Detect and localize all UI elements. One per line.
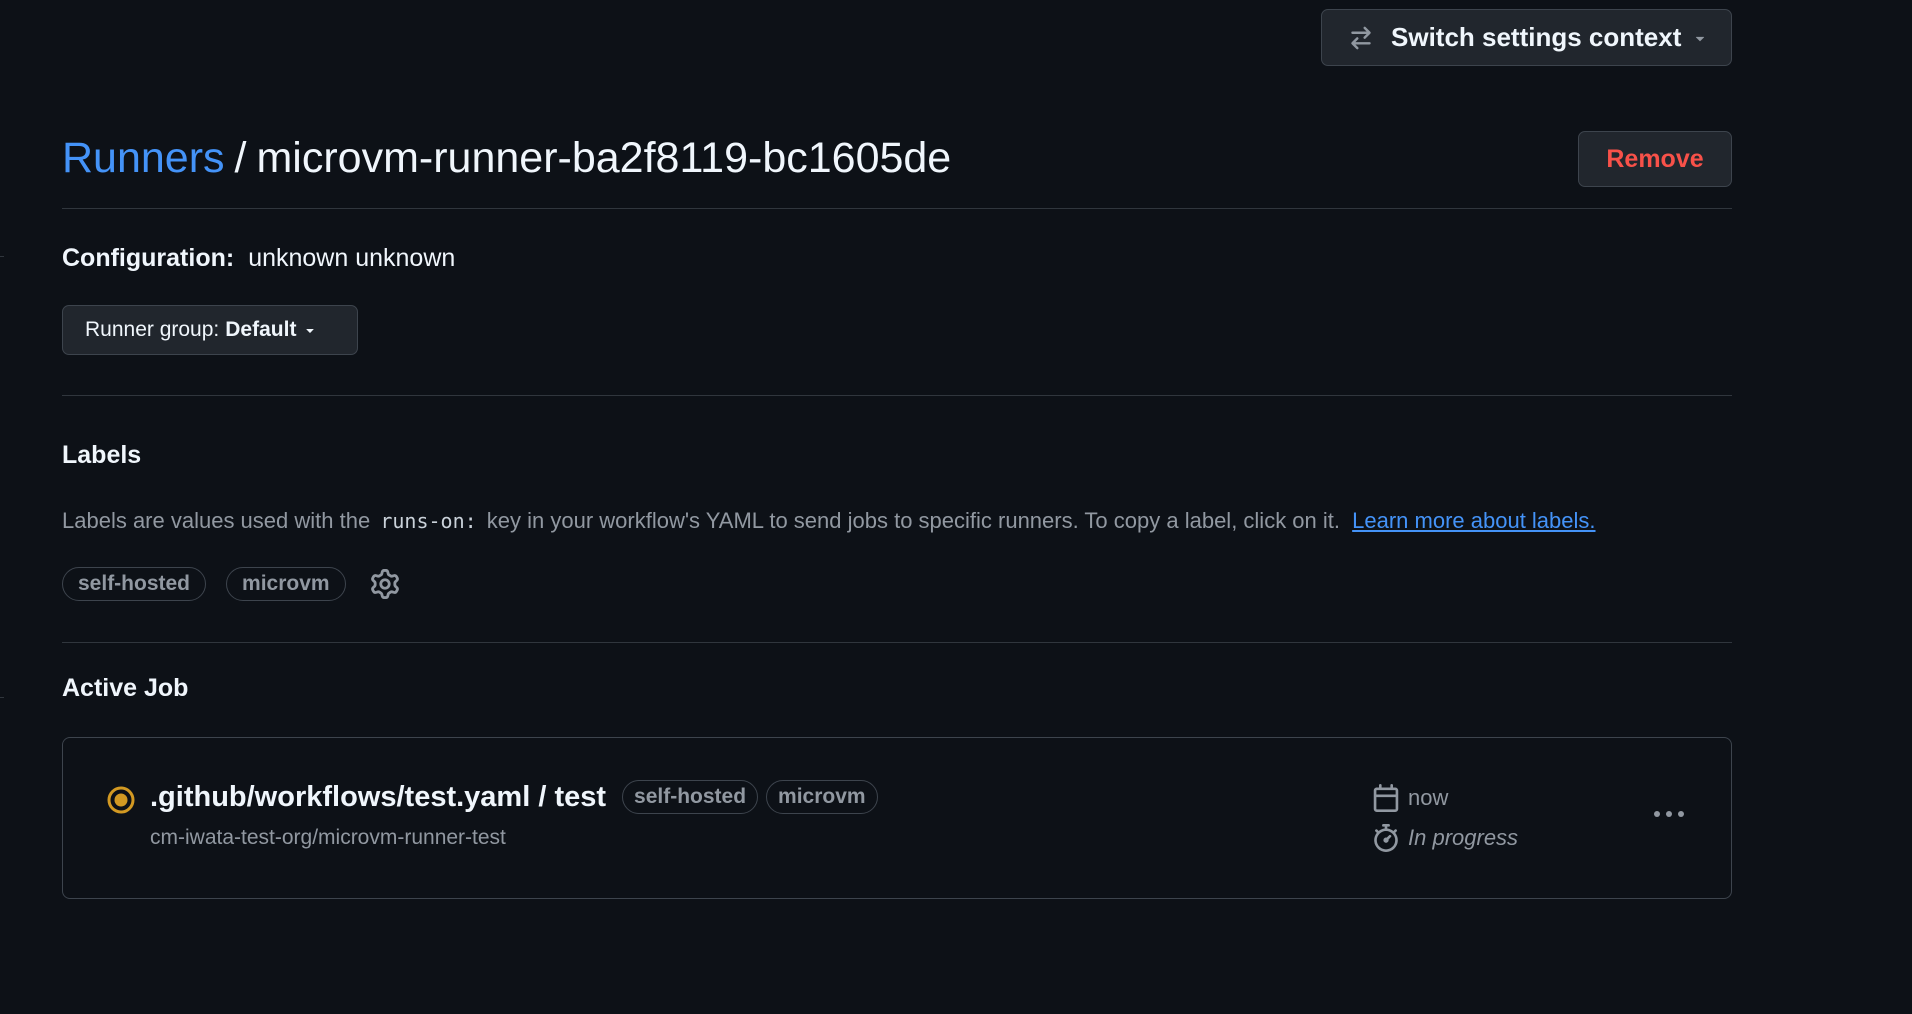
job-time: now <box>1408 785 1449 810</box>
runner-labels: self-hosted microvm <box>62 567 400 601</box>
configuration-value: unknown unknown <box>248 244 456 272</box>
job-time-row: now <box>1372 780 1518 816</box>
labels-description: Labels are values used with the runs-on:… <box>62 506 1596 536</box>
arrow-switch-icon <box>1348 25 1374 51</box>
section-divider <box>62 642 1732 643</box>
edge-marker <box>0 697 4 698</box>
job-label-pill: self-hosted <box>622 780 759 814</box>
job-label-pill: microvm <box>766 780 878 814</box>
job-status-row: In progress <box>1372 820 1518 856</box>
labels-heading: Labels <box>62 441 142 469</box>
active-job-card: .github/workflows/test.yaml / test self-… <box>62 737 1732 899</box>
in-progress-status-icon <box>106 785 136 815</box>
kebab-horizontal-icon[interactable] <box>1649 802 1689 826</box>
job-title-row: .github/workflows/test.yaml / test self-… <box>150 780 886 814</box>
section-divider <box>62 395 1732 396</box>
runner-group-value: Default <box>225 318 297 341</box>
breadcrumb-separator: / <box>234 134 247 182</box>
triangle-down-icon <box>1691 29 1709 47</box>
header-divider <box>62 208 1732 209</box>
stopwatch-icon <box>1372 824 1400 852</box>
switch-settings-context-button[interactable]: Switch settings context <box>1321 9 1732 66</box>
configuration-row: Configuration: unknown unknown <box>62 240 455 276</box>
page-title: microvm-runner-ba2f8119-bc1605de <box>256 134 952 182</box>
page-header: Runners / microvm-runner-ba2f8119-bc1605de <box>62 128 1732 188</box>
job-title-link[interactable]: .github/workflows/test.yaml / test <box>150 781 606 814</box>
label-pill[interactable]: microvm <box>226 567 346 601</box>
learn-more-labels-link[interactable]: Learn more about labels. <box>1352 508 1595 533</box>
labels-description-before: Labels are values used with the <box>62 508 371 533</box>
gear-icon[interactable] <box>370 569 400 599</box>
label-pill[interactable]: self-hosted <box>62 567 207 601</box>
breadcrumb-runners-link[interactable]: Runners <box>62 134 225 182</box>
job-meta: now In progress <box>1372 780 1518 860</box>
remove-runner-button[interactable]: Remove <box>1578 131 1732 187</box>
active-job-heading: Active Job <box>62 674 189 702</box>
switch-settings-context-label: Switch settings context <box>1391 22 1682 52</box>
runs-on-code: runs-on: <box>380 509 477 533</box>
runner-group-prefix: Runner group: <box>85 318 220 341</box>
breadcrumb: Runners / microvm-runner-ba2f8119-bc1605de <box>62 128 951 188</box>
job-repository: cm-iwata-test-org/microvm-runner-test <box>150 826 506 849</box>
job-status: In progress <box>1408 825 1519 850</box>
runner-group-dropdown[interactable]: Runner group: Default <box>62 305 358 355</box>
calendar-icon <box>1372 784 1400 812</box>
configuration-key: Configuration: <box>62 244 235 272</box>
labels-description-after: key in your workflow's YAML to send jobs… <box>486 508 1341 533</box>
edge-marker <box>0 256 4 257</box>
triangle-down-icon <box>302 322 318 338</box>
